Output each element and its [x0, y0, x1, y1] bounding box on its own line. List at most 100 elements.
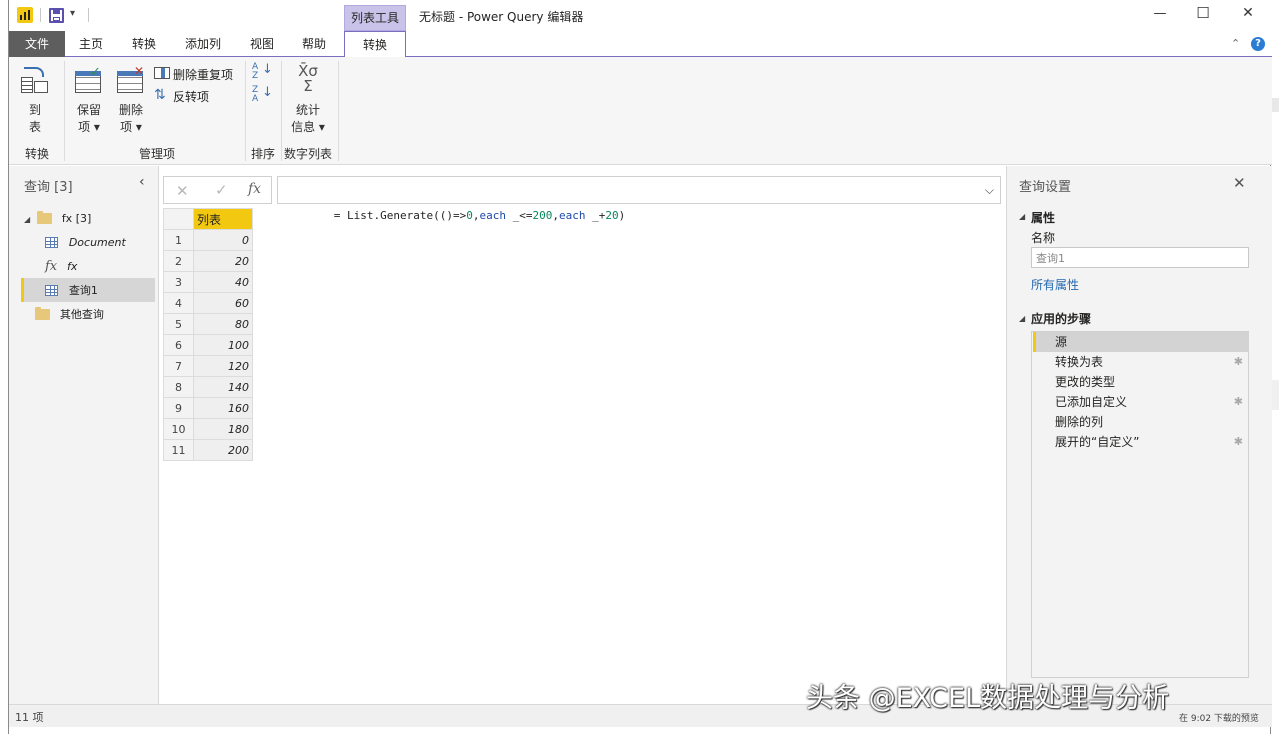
- query-item-fx[interactable]: fx fx: [45, 254, 155, 278]
- close-settings-icon[interactable]: ✕: [1233, 174, 1246, 192]
- fx-icon[interactable]: fx: [248, 181, 261, 197]
- table-row[interactable]: 9 160: [163, 397, 253, 419]
- tab-file[interactable]: 文件: [9, 31, 65, 57]
- tab-list-transform[interactable]: 转换: [344, 31, 406, 58]
- cell-value[interactable]: 200: [193, 439, 253, 461]
- all-properties-link[interactable]: 所有属性: [1031, 276, 1079, 293]
- query-item-document[interactable]: Document: [45, 230, 155, 254]
- collapse-panel-chevron-icon[interactable]: ‹: [139, 174, 145, 190]
- preview-status: 在 9:02 下载的预览: [1179, 714, 1259, 724]
- commit-formula-icon[interactable]: ✓: [215, 181, 228, 199]
- cell-value[interactable]: 100: [193, 334, 253, 356]
- row-number[interactable]: 6: [163, 334, 194, 356]
- table-row[interactable]: 10 180: [163, 418, 253, 440]
- cell-value[interactable]: 120: [193, 355, 253, 377]
- cell-value[interactable]: 20: [193, 250, 253, 272]
- step-settings-gear-icon[interactable]: ✱: [1234, 395, 1243, 409]
- table-row[interactable]: 3 40: [163, 271, 253, 293]
- sort-descending-icon[interactable]: Z A ↓: [252, 86, 273, 106]
- sort-ascending-icon[interactable]: A Z ↓: [252, 63, 273, 83]
- query-group-label: fx [3]: [61, 212, 92, 225]
- applied-step[interactable]: 更改的类型: [1033, 372, 1249, 392]
- cell-value[interactable]: 60: [193, 292, 253, 314]
- step-settings-gear-icon[interactable]: ✱: [1234, 435, 1243, 449]
- to-table-button[interactable]: 到 表: [15, 63, 55, 141]
- row-number[interactable]: 8: [163, 376, 194, 398]
- tab-add-column[interactable]: 添加列: [175, 31, 231, 57]
- applied-step[interactable]: 已添加自定义 ✱: [1033, 392, 1249, 412]
- applied-step[interactable]: 源: [1033, 332, 1249, 352]
- table-row[interactable]: 5 80: [163, 313, 253, 335]
- table-row[interactable]: 4 60: [163, 292, 253, 314]
- collapse-triangle-icon[interactable]: ◢: [1019, 212, 1025, 221]
- row-number[interactable]: 10: [163, 418, 194, 440]
- cancel-formula-icon[interactable]: ✕: [176, 182, 189, 200]
- remove-duplicates-button[interactable]: 删除重复项: [154, 64, 242, 82]
- applied-step[interactable]: 删除的列: [1033, 412, 1249, 432]
- formula-text: ,: [552, 209, 559, 222]
- query-group-fx[interactable]: ◢ fx [3]: [24, 206, 154, 230]
- query-item-query1[interactable]: 查询1: [21, 278, 155, 302]
- table-row[interactable]: 8 140: [163, 376, 253, 398]
- formula-input[interactable]: = List.Generate(()=>0,each _<=200,each _…: [277, 176, 1001, 222]
- tab-transform[interactable]: 转换: [121, 31, 167, 57]
- query-name-input[interactable]: [1031, 247, 1249, 268]
- queries-panel-title: 查询 [3]: [24, 180, 73, 195]
- table-row[interactable]: 2 20: [163, 250, 253, 272]
- formula-keyword: each: [558, 209, 586, 222]
- maximize-button[interactable]: ☐: [1192, 4, 1214, 22]
- table-icon: [45, 237, 58, 248]
- save-icon[interactable]: [49, 8, 64, 23]
- collapse-triangle-icon[interactable]: ◢: [1019, 314, 1025, 323]
- row-number[interactable]: 7: [163, 355, 194, 377]
- tab-view[interactable]: 视图: [239, 31, 285, 57]
- remove-rows-icon: ✕: [117, 64, 145, 93]
- row-number[interactable]: 9: [163, 397, 194, 419]
- query-group-other[interactable]: 其他查询: [35, 302, 155, 326]
- cell-value[interactable]: 80: [193, 313, 253, 335]
- table-row[interactable]: 6 100: [163, 334, 253, 356]
- statistics-label-1: 统计: [295, 103, 320, 117]
- table-icon: [45, 285, 58, 296]
- expand-formula-chevron-icon[interactable]: ⌵: [985, 177, 994, 203]
- row-number[interactable]: 2: [163, 250, 194, 272]
- tab-home[interactable]: 主页: [68, 31, 114, 57]
- row-number[interactable]: 1: [163, 229, 194, 251]
- row-number[interactable]: 3: [163, 271, 194, 293]
- reverse-icon: ⇅: [154, 87, 166, 103]
- settings-panel-title: 查询设置: [1019, 180, 1072, 195]
- row-number[interactable]: 11: [163, 439, 194, 461]
- table-row[interactable]: 7 120: [163, 355, 253, 377]
- keep-items-button[interactable]: ✓ 保留 项 ▾: [69, 63, 109, 141]
- applied-step[interactable]: 转换为表 ✱: [1033, 352, 1249, 372]
- cell-value[interactable]: 160: [193, 397, 253, 419]
- formula-text: = List.Generate(()=>: [333, 209, 467, 222]
- cell-value[interactable]: 180: [193, 418, 253, 440]
- column-header[interactable]: 列表: [193, 208, 253, 230]
- applied-step[interactable]: 展开的“自定义” ✱: [1033, 432, 1249, 452]
- title-separator: [40, 8, 41, 22]
- remove-items-button[interactable]: ✕ 删除 项 ▾: [111, 63, 151, 141]
- cell-value[interactable]: 40: [193, 271, 253, 293]
- table-row[interactable]: 10: [163, 229, 253, 251]
- collapse-ribbon-icon[interactable]: ⌃: [1231, 37, 1240, 50]
- statistics-button[interactable]: X̄σ Σ 统计 信息 ▾: [285, 63, 331, 141]
- row-number[interactable]: 4: [163, 292, 194, 314]
- formula-text: ): [618, 209, 626, 222]
- cell-value[interactable]: 0: [193, 229, 253, 251]
- close-button[interactable]: ✕: [1237, 5, 1259, 21]
- step-settings-gear-icon[interactable]: ✱: [1234, 355, 1243, 369]
- query-item-label: 查询1: [68, 284, 98, 297]
- row-number[interactable]: 5: [163, 313, 194, 335]
- minimize-button[interactable]: —: [1149, 6, 1171, 21]
- formula-number: 0: [466, 209, 473, 222]
- table-row[interactable]: 11 200: [163, 439, 253, 461]
- query-settings-panel: 查询设置 ✕ ◢ 属性 名称 所有属性 ◢ 应用的步骤 源转换为表 ✱ 更改的类型已…: [1006, 166, 1272, 704]
- grid-corner[interactable]: [163, 208, 194, 230]
- tab-help[interactable]: 帮助: [291, 31, 337, 57]
- cell-value[interactable]: 140: [193, 376, 253, 398]
- reverse-items-button[interactable]: ⇅ 反转项: [154, 86, 224, 104]
- help-icon[interactable]: ?: [1251, 37, 1265, 51]
- remove-duplicates-icon: [154, 67, 170, 79]
- quick-access-dropdown-icon[interactable]: ▾: [70, 8, 75, 19]
